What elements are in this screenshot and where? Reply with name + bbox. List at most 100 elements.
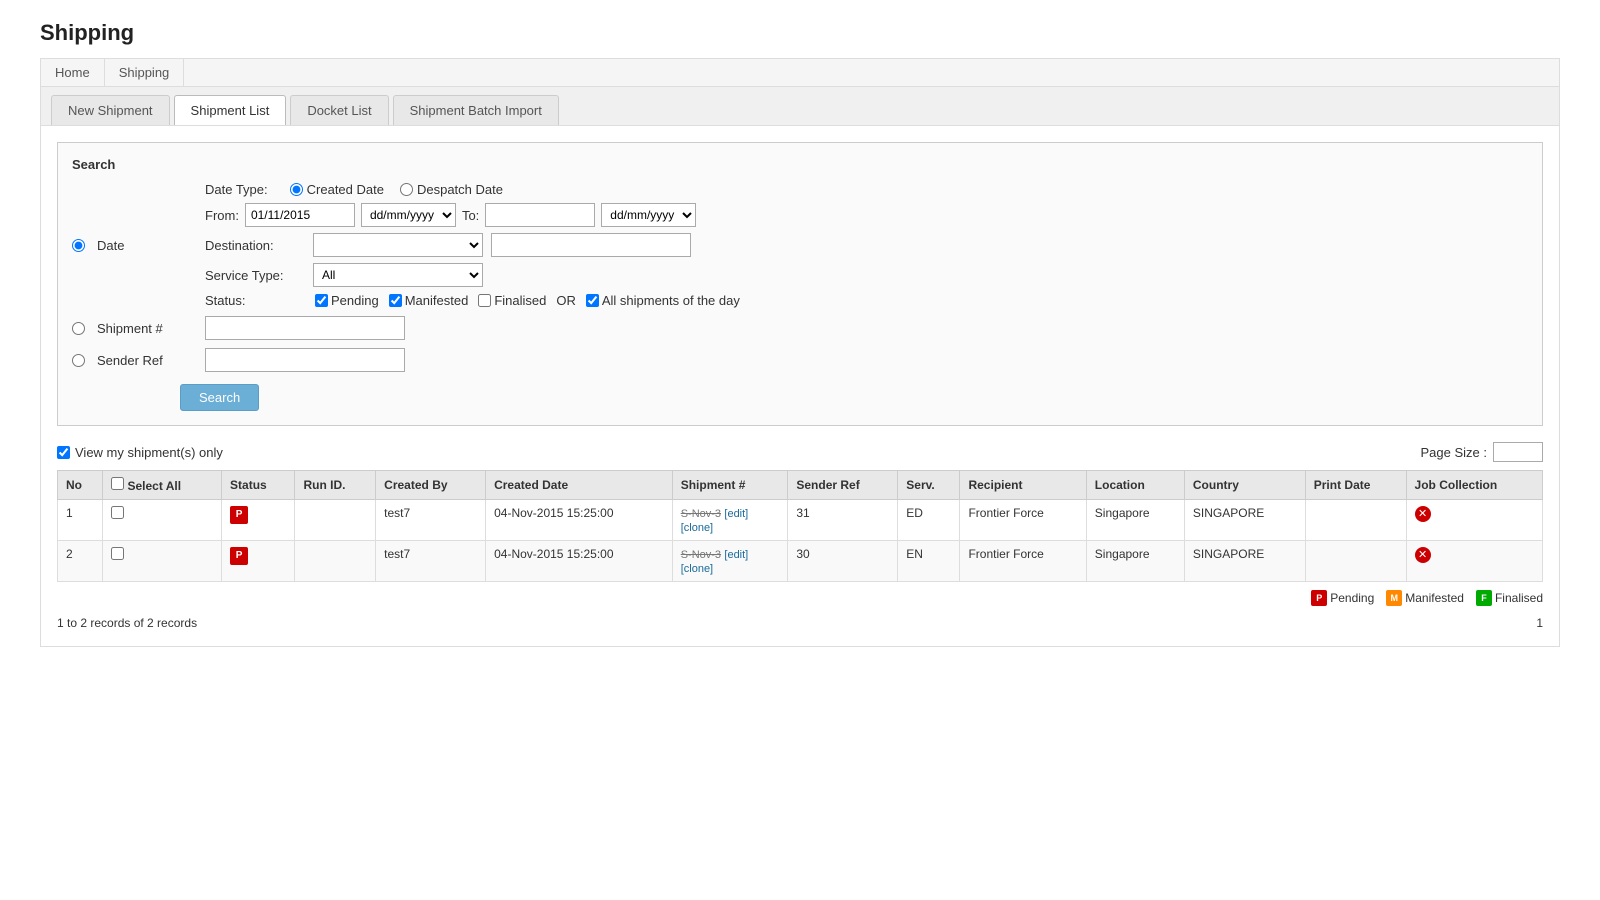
service-type-label: Service Type: bbox=[205, 268, 305, 283]
manifested-checkbox[interactable] bbox=[389, 294, 402, 307]
created-date-radio[interactable] bbox=[290, 183, 303, 196]
pending-legend-badge: P bbox=[1311, 590, 1327, 606]
manifested-checkbox-label[interactable]: Manifested bbox=[389, 293, 469, 308]
shipment-num-link-0[interactable]: S-Nov-3 bbox=[681, 508, 721, 520]
service-type-select[interactable]: All bbox=[313, 263, 483, 287]
cell-no: 1 bbox=[58, 500, 103, 541]
row-checkbox-1[interactable] bbox=[111, 547, 124, 560]
col-created-date: Created Date bbox=[486, 471, 673, 500]
tabs: New Shipment Shipment List Docket List S… bbox=[41, 87, 1559, 126]
search-button[interactable]: Search bbox=[180, 384, 259, 411]
delete-btn-0[interactable]: ✕ bbox=[1415, 506, 1431, 522]
shipment-num-link-1[interactable]: S-Nov-3 bbox=[681, 549, 721, 561]
date-radio[interactable] bbox=[72, 239, 85, 252]
legend-manifested: M Manifested bbox=[1386, 590, 1464, 606]
cell-shipment-num: S-Nov-3 [edit] [clone] bbox=[672, 500, 788, 541]
cell-checkbox bbox=[103, 500, 222, 541]
cell-no: 2 bbox=[58, 541, 103, 582]
cell-location: Singapore bbox=[1086, 500, 1184, 541]
col-print-date: Print Date bbox=[1305, 471, 1406, 500]
finalised-checkbox-label[interactable]: Finalised bbox=[478, 293, 546, 308]
main-container: New Shipment Shipment List Docket List S… bbox=[40, 86, 1560, 647]
pending-legend-label: Pending bbox=[1330, 591, 1374, 605]
to-date-input[interactable] bbox=[485, 203, 595, 227]
breadcrumb-shipping[interactable]: Shipping bbox=[105, 59, 185, 86]
row-checkbox-0[interactable] bbox=[111, 506, 124, 519]
cell-country: SINGAPORE bbox=[1184, 500, 1305, 541]
page-size-input[interactable]: 100 bbox=[1493, 442, 1543, 462]
from-date-format-select[interactable]: dd/mm/yyyy bbox=[361, 203, 456, 227]
finalised-checkbox[interactable] bbox=[478, 294, 491, 307]
view-options-row: View my shipment(s) only Page Size : 100 bbox=[57, 442, 1543, 462]
to-label: To: bbox=[462, 208, 479, 223]
cell-country: SINGAPORE bbox=[1184, 541, 1305, 582]
date-range-row: From: dd/mm/yyyy To: dd/mm/yyyy bbox=[205, 203, 740, 227]
select-all-checkbox[interactable] bbox=[111, 477, 124, 490]
cell-print-date bbox=[1305, 500, 1406, 541]
cell-serv: EN bbox=[898, 541, 960, 582]
breadcrumb: Home Shipping bbox=[40, 58, 1560, 86]
page-size-label: Page Size : bbox=[1421, 445, 1488, 460]
records-text: 1 to 2 records of 2 records bbox=[57, 616, 197, 630]
delete-btn-1[interactable]: ✕ bbox=[1415, 547, 1431, 563]
to-date-format-select[interactable]: dd/mm/yyyy bbox=[601, 203, 696, 227]
view-my-shipments-label[interactable]: View my shipment(s) only bbox=[57, 445, 223, 460]
all-shipments-checkbox[interactable] bbox=[586, 294, 599, 307]
col-sender-ref: Sender Ref bbox=[788, 471, 898, 500]
cell-run-id bbox=[295, 541, 376, 582]
col-created-by: Created By bbox=[376, 471, 486, 500]
cell-shipment-num: S-Nov-3 [edit] [clone] bbox=[672, 541, 788, 582]
destination-label: Destination: bbox=[205, 238, 305, 253]
cell-recipient: Frontier Force bbox=[960, 541, 1086, 582]
col-no: No bbox=[58, 471, 103, 500]
edit-link-0[interactable]: [edit] bbox=[724, 508, 748, 520]
despatch-date-radio[interactable] bbox=[400, 183, 413, 196]
pagination-row: 1 to 2 records of 2 records 1 bbox=[57, 616, 1543, 630]
cell-run-id bbox=[295, 500, 376, 541]
view-my-shipments-checkbox[interactable] bbox=[57, 446, 70, 459]
search-box: Search Date Date Type: Created Date bbox=[57, 142, 1543, 426]
search-title: Search bbox=[72, 157, 1528, 172]
manifested-legend-badge: M bbox=[1386, 590, 1402, 606]
shipment-num-radio[interactable] bbox=[72, 322, 85, 335]
date-label: Date bbox=[97, 238, 197, 253]
pending-checkbox-label[interactable]: Pending bbox=[315, 293, 379, 308]
shipment-num-label: Shipment # bbox=[97, 321, 197, 336]
tab-batch-import[interactable]: Shipment Batch Import bbox=[393, 95, 559, 125]
col-country: Country bbox=[1184, 471, 1305, 500]
col-serv: Serv. bbox=[898, 471, 960, 500]
cell-sender-ref: 30 bbox=[788, 541, 898, 582]
service-type-row: Service Type: All bbox=[205, 263, 740, 287]
shipment-num-input[interactable] bbox=[205, 316, 405, 340]
cell-sender-ref: 31 bbox=[788, 500, 898, 541]
legend-finalised: F Finalised bbox=[1476, 590, 1543, 606]
cell-recipient: Frontier Force bbox=[960, 500, 1086, 541]
created-date-option[interactable]: Created Date bbox=[290, 182, 384, 197]
breadcrumb-home[interactable]: Home bbox=[41, 59, 105, 86]
sender-ref-input[interactable] bbox=[205, 348, 405, 372]
despatch-date-option[interactable]: Despatch Date bbox=[400, 182, 503, 197]
page-title: Shipping bbox=[40, 20, 1560, 46]
clone-link-1[interactable]: [clone] bbox=[681, 563, 713, 575]
finalised-legend-label: Finalised bbox=[1495, 591, 1543, 605]
destination-select[interactable] bbox=[313, 233, 483, 257]
from-date-input[interactable] bbox=[245, 203, 355, 227]
table-row: 1 P test7 04-Nov-2015 15:25:00 S-Nov-3 [… bbox=[58, 500, 1543, 541]
page-size-row: Page Size : 100 bbox=[1421, 442, 1544, 462]
col-location: Location bbox=[1086, 471, 1184, 500]
cell-checkbox bbox=[103, 541, 222, 582]
destination-text-input[interactable] bbox=[491, 233, 691, 257]
sender-ref-label: Sender Ref bbox=[97, 353, 197, 368]
tab-shipment-list[interactable]: Shipment List bbox=[174, 95, 287, 125]
all-shipments-label[interactable]: All shipments of the day bbox=[586, 293, 740, 308]
tab-docket-list[interactable]: Docket List bbox=[290, 95, 388, 125]
col-recipient: Recipient bbox=[960, 471, 1086, 500]
sender-ref-radio[interactable] bbox=[72, 354, 85, 367]
pending-checkbox[interactable] bbox=[315, 294, 328, 307]
content-area: Search Date Date Type: Created Date bbox=[41, 126, 1559, 646]
edit-link-1[interactable]: [edit] bbox=[724, 549, 748, 561]
col-select-all: Select All bbox=[103, 471, 222, 500]
status-badge-0: P bbox=[230, 506, 248, 524]
tab-new-shipment[interactable]: New Shipment bbox=[51, 95, 170, 125]
clone-link-0[interactable]: [clone] bbox=[681, 522, 713, 534]
